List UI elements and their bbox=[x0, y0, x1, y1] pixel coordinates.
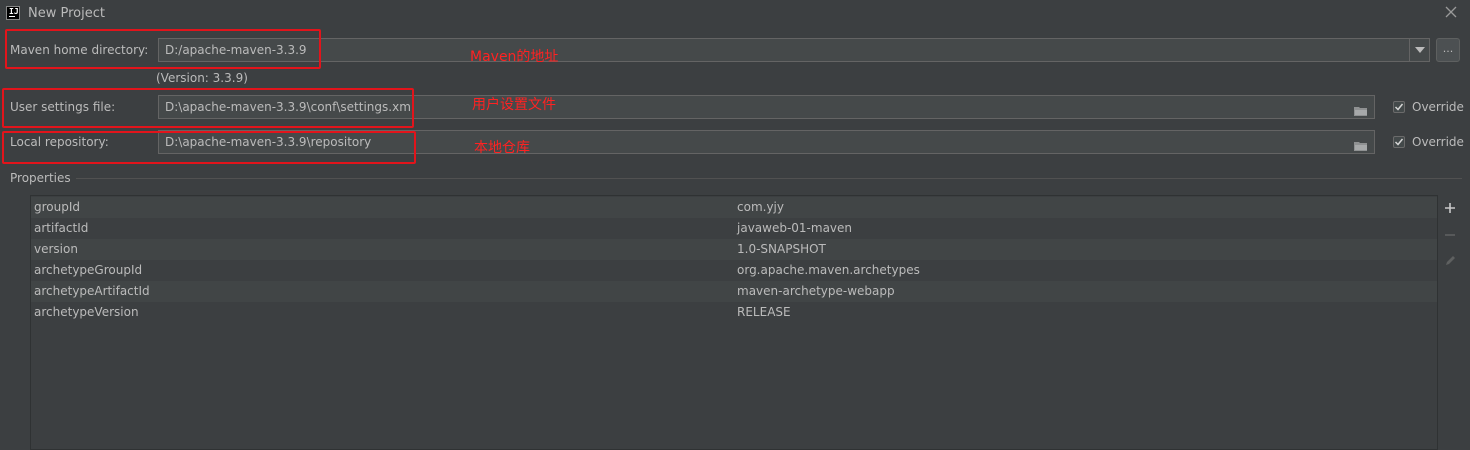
table-row[interactable]: archetypeVersion RELEASE bbox=[31, 302, 1437, 323]
local-repo-field[interactable]: D:\apache-maven-3.3.9\repository bbox=[158, 130, 1375, 154]
close-button[interactable] bbox=[1443, 5, 1459, 21]
property-value: org.apache.maven.archetypes bbox=[737, 263, 920, 277]
property-key: artifactId bbox=[34, 221, 89, 235]
local-repo-override-checkbox[interactable] bbox=[1393, 136, 1405, 148]
edit-property-button[interactable] bbox=[1442, 252, 1458, 268]
user-settings-browse[interactable] bbox=[1354, 101, 1368, 123]
table-row[interactable]: archetypeGroupId org.apache.maven.archet… bbox=[31, 260, 1437, 281]
property-value: 1.0-SNAPSHOT bbox=[737, 242, 826, 256]
add-property-button[interactable] bbox=[1442, 200, 1458, 216]
user-settings-field[interactable]: D:\apache-maven-3.3.9\conf\settings.xml bbox=[158, 95, 1375, 119]
annotation-local-repo: 本地仓库 bbox=[474, 140, 530, 156]
property-value: com.yjy bbox=[737, 200, 784, 214]
folder-icon bbox=[1354, 142, 1367, 151]
maven-home-combobox[interactable]: D:/apache-maven-3.3.9 bbox=[158, 38, 1430, 62]
table-row[interactable]: groupId com.yjy bbox=[31, 197, 1437, 218]
user-settings-label: User settings file: bbox=[10, 100, 116, 114]
property-key: archetypeArtifactId bbox=[34, 284, 150, 298]
browse-button[interactable]: ... bbox=[1436, 38, 1460, 62]
app-icon: IJ bbox=[6, 6, 20, 20]
title-bar: IJ New Project bbox=[0, 0, 1470, 28]
property-key: archetypeGroupId bbox=[34, 263, 143, 277]
user-settings-value: D:\apache-maven-3.3.9\conf\settings.xml bbox=[165, 100, 415, 114]
properties-label: Properties bbox=[10, 171, 71, 185]
table-row[interactable]: artifactId javaweb-01-maven bbox=[31, 218, 1437, 239]
property-key: version bbox=[34, 242, 78, 256]
checkbox-check-icon bbox=[1394, 103, 1404, 111]
annotation-maven-home: Maven的地址 bbox=[470, 49, 559, 65]
user-settings-override-checkbox[interactable] bbox=[1393, 101, 1405, 113]
properties-table[interactable]: groupId com.yjy artifactId javaweb-01-ma… bbox=[30, 195, 1438, 450]
window-title: New Project bbox=[28, 6, 105, 21]
remove-property-button[interactable] bbox=[1442, 227, 1458, 243]
maven-home-value: D:/apache-maven-3.3.9 bbox=[165, 43, 307, 57]
chevron-down-icon bbox=[1414, 47, 1425, 53]
close-icon bbox=[1445, 6, 1457, 18]
plus-icon bbox=[1445, 203, 1455, 213]
table-row[interactable]: archetypeArtifactId maven-archetype-weba… bbox=[31, 281, 1437, 302]
maven-home-label: Maven home directory: bbox=[10, 43, 149, 57]
pencil-icon bbox=[1445, 255, 1455, 265]
checkbox-check-icon bbox=[1394, 138, 1404, 146]
local-repo-override-label: Override bbox=[1412, 135, 1464, 149]
property-value: javaweb-01-maven bbox=[737, 221, 853, 235]
minus-icon bbox=[1445, 234, 1455, 236]
property-value: maven-archetype-webapp bbox=[737, 284, 895, 298]
properties-separator bbox=[76, 178, 1462, 179]
annotation-user-settings: 用户设置文件 bbox=[472, 97, 556, 113]
local-repo-browse[interactable] bbox=[1354, 136, 1368, 158]
maven-version-text: (Version: 3.3.9) bbox=[156, 71, 248, 85]
local-repo-label: Local repository: bbox=[10, 135, 109, 149]
property-value: RELEASE bbox=[737, 305, 791, 319]
app-icon-text: IJ bbox=[9, 7, 19, 16]
local-repo-value: D:\apache-maven-3.3.9\repository bbox=[165, 135, 372, 149]
user-settings-override-label: Override bbox=[1412, 100, 1464, 114]
maven-home-dropdown-button[interactable] bbox=[1409, 39, 1429, 61]
property-key: groupId bbox=[34, 200, 81, 214]
folder-icon bbox=[1354, 107, 1367, 116]
table-row[interactable]: version 1.0-SNAPSHOT bbox=[31, 239, 1437, 260]
property-key: archetypeVersion bbox=[34, 305, 139, 319]
